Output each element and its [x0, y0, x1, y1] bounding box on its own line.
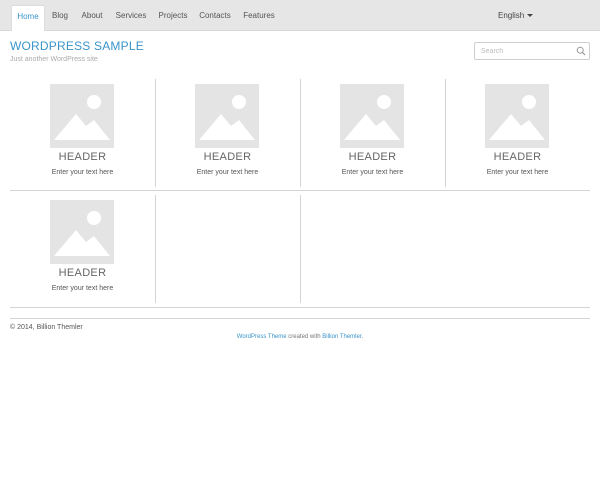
- card-header: HEADER: [58, 267, 107, 279]
- feature-card: HEADER Enter your text here: [10, 195, 155, 305]
- card-text: Enter your text here: [486, 169, 549, 176]
- nav-item-home[interactable]: Home: [11, 5, 45, 31]
- card-text: Enter your text here: [341, 169, 404, 176]
- footer-divider: [10, 318, 590, 319]
- nav-item-about[interactable]: About: [79, 5, 105, 31]
- nav-item-features[interactable]: Features: [242, 5, 276, 31]
- credits-created-with: created with: [288, 334, 321, 340]
- image-placeholder-icon: [340, 84, 404, 148]
- author-link[interactable]: Billion Themler: [322, 334, 361, 340]
- caret-down-icon: [527, 14, 534, 18]
- site-tagline: Just another WordPress site: [10, 56, 98, 63]
- nav-item-services[interactable]: Services: [114, 5, 148, 31]
- row-divider: [10, 190, 590, 191]
- card-header: HEADER: [203, 151, 252, 163]
- search-input[interactable]: [481, 46, 573, 57]
- image-placeholder-icon: [50, 200, 114, 264]
- copyright-text: © 2014, Billion Themler: [10, 324, 83, 331]
- nav-item-blog[interactable]: Blog: [49, 5, 71, 31]
- feature-card: HEADER Enter your text here: [155, 79, 300, 189]
- card-header: HEADER: [348, 151, 397, 163]
- language-label: English: [498, 11, 525, 20]
- column-divider: [155, 195, 156, 303]
- card-header: HEADER: [493, 151, 542, 163]
- site-title[interactable]: WORDPRESS SAMPLE: [10, 39, 144, 53]
- card-header: HEADER: [58, 151, 107, 163]
- feature-card: HEADER Enter your text here: [10, 79, 155, 189]
- search-box: [474, 42, 590, 60]
- column-divider: [300, 195, 301, 303]
- footer-credits: WordPress Theme created with Billion The…: [0, 334, 600, 340]
- theme-link[interactable]: WordPress Theme: [237, 334, 287, 340]
- image-placeholder-icon: [50, 84, 114, 148]
- language-dropdown[interactable]: English: [498, 5, 534, 27]
- top-navbar: Home Blog About Services Projects Contac…: [0, 0, 600, 31]
- image-placeholder-icon: [195, 84, 259, 148]
- nav-item-projects[interactable]: Projects: [157, 5, 189, 31]
- card-text: Enter your text here: [196, 169, 259, 176]
- credits-period: .: [361, 334, 364, 340]
- card-text: Enter your text here: [51, 169, 114, 176]
- nav-item-contacts[interactable]: Contacts: [198, 5, 232, 31]
- search-icon[interactable]: [576, 46, 586, 56]
- card-text: Enter your text here: [51, 285, 114, 292]
- image-placeholder-icon: [485, 84, 549, 148]
- feature-card: HEADER Enter your text here: [445, 79, 590, 189]
- row-divider: [10, 307, 590, 308]
- feature-card: HEADER Enter your text here: [300, 79, 445, 189]
